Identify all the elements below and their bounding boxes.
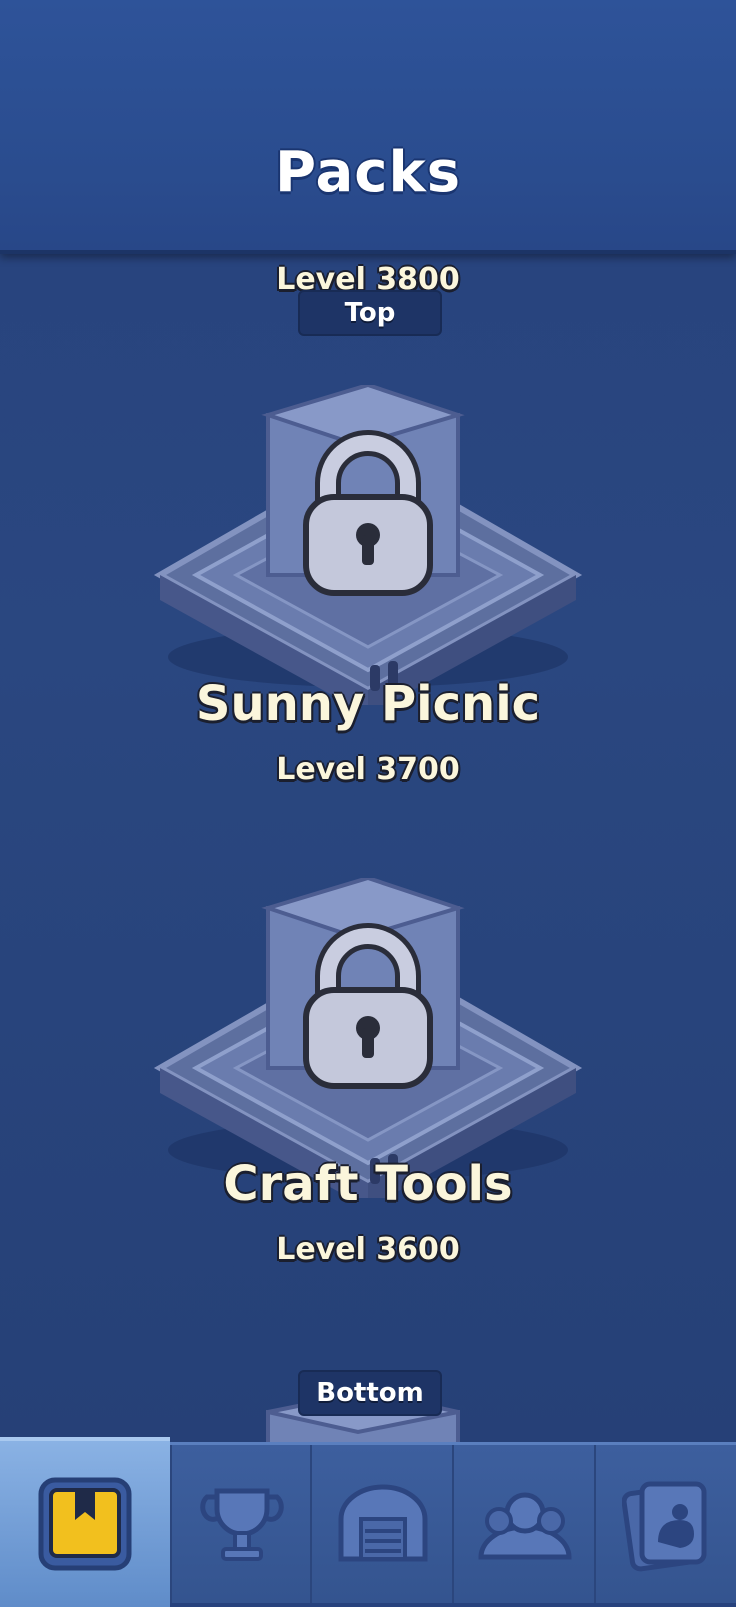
bottom-tab-bar: [0, 1437, 736, 1607]
pack-name-sunny-picnic: Sunny Picnic: [195, 676, 541, 732]
scroll-bottom-button[interactable]: Bottom: [298, 1370, 442, 1416]
header-bar: Packs: [0, 0, 736, 254]
pack-level-3600: Level 3600: [276, 1232, 460, 1267]
pack-sunny-picnic-card[interactable]: [140, 382, 596, 715]
pack-craft-tools-card[interactable]: [140, 875, 596, 1208]
team-icon: [475, 1479, 575, 1569]
tab-trophy[interactable]: [170, 1445, 312, 1603]
locked-pack-pedestal-icon: [153, 875, 583, 1208]
tab-packs[interactable]: [0, 1437, 170, 1607]
tab-arena[interactable]: [310, 1445, 454, 1603]
arena-icon: [333, 1479, 433, 1569]
trophy-icon: [197, 1479, 287, 1569]
scroll-top-button[interactable]: Top: [298, 290, 442, 336]
tab-team[interactable]: [452, 1445, 596, 1603]
bookmark-icon: [37, 1476, 133, 1572]
tab-collection[interactable]: [594, 1445, 736, 1603]
page-title: Packs: [274, 140, 462, 205]
collection-icon: [622, 1476, 712, 1572]
pack-name-craft-tools: Craft Tools: [223, 1156, 513, 1212]
pack-level-3700: Level 3700: [276, 752, 460, 787]
locked-pack-pedestal-icon: [153, 382, 583, 715]
